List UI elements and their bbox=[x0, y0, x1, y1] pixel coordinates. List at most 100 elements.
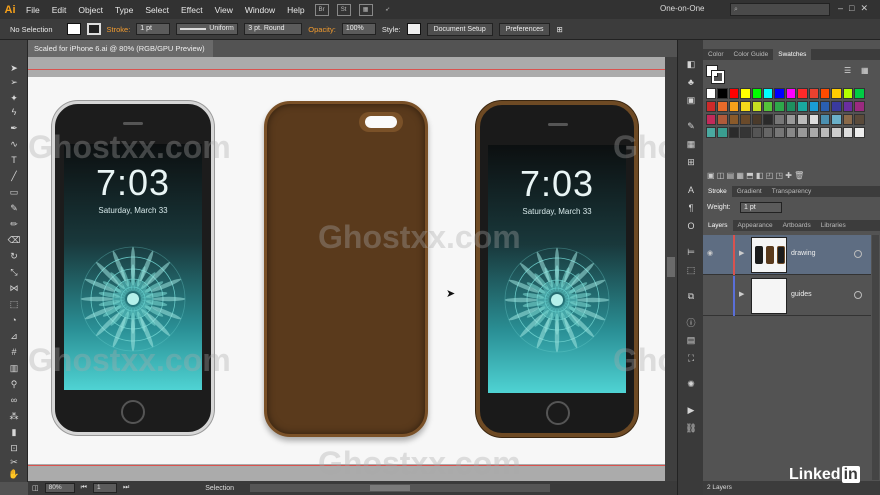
swatch[interactable] bbox=[740, 114, 751, 125]
free-transform-icon[interactable]: ⬚ bbox=[6, 298, 22, 310]
swatch[interactable] bbox=[854, 101, 865, 112]
eraser-icon[interactable]: ⌫ bbox=[6, 234, 22, 246]
swatch[interactable] bbox=[785, 101, 797, 112]
menu-file[interactable]: File bbox=[20, 5, 46, 15]
transform-panel-icon[interactable]: ⬚ bbox=[684, 264, 698, 276]
graphic-styles-icon[interactable]: ▦ bbox=[684, 138, 698, 150]
swatch[interactable] bbox=[706, 114, 717, 125]
gradient-tool-icon[interactable]: ▥ bbox=[6, 362, 22, 374]
paintbrush-icon[interactable]: ✎ bbox=[6, 202, 22, 214]
tab-color[interactable]: Color bbox=[703, 49, 729, 60]
type-tool-icon[interactable]: T bbox=[6, 154, 22, 166]
swatch[interactable] bbox=[763, 127, 774, 138]
style-swatch[interactable] bbox=[406, 23, 421, 35]
swatch[interactable] bbox=[717, 101, 728, 112]
fill-swatch[interactable] bbox=[66, 23, 81, 35]
hand-tool-icon[interactable]: ✋ bbox=[6, 468, 22, 480]
menu-effect[interactable]: Effect bbox=[175, 5, 209, 15]
opacity-label[interactable]: Opacity: bbox=[308, 25, 336, 34]
vertical-scrollbar[interactable] bbox=[665, 57, 677, 481]
color-panel-icon[interactable]: ◧ bbox=[684, 58, 698, 70]
swatch[interactable] bbox=[717, 88, 728, 99]
swatch[interactable] bbox=[842, 88, 854, 99]
minimize-button[interactable]: – bbox=[838, 3, 843, 14]
swatch[interactable] bbox=[763, 114, 774, 125]
swatch[interactable] bbox=[763, 88, 774, 99]
direct-selection-tool-icon[interactable]: ➢ bbox=[6, 76, 22, 88]
target-circle-icon[interactable] bbox=[854, 291, 862, 299]
swatch[interactable] bbox=[831, 101, 842, 112]
swatch[interactable] bbox=[820, 127, 831, 138]
swatch[interactable] bbox=[785, 88, 797, 99]
swatch[interactable] bbox=[808, 101, 819, 112]
swatch[interactable] bbox=[808, 114, 819, 125]
tab-transparency[interactable]: Transparency bbox=[767, 186, 817, 197]
menu-type[interactable]: Type bbox=[109, 5, 139, 15]
swatch[interactable] bbox=[820, 88, 831, 99]
stroke-weight-field[interactable]: 1 pt bbox=[136, 23, 171, 35]
swatch[interactable] bbox=[854, 114, 865, 125]
swatch[interactable] bbox=[751, 127, 762, 138]
symbols-panel-icon[interactable]: ♣ bbox=[684, 76, 698, 88]
tab-artboards[interactable]: Artboards bbox=[778, 220, 816, 231]
layer-row-drawing[interactable]: ◉ ▶ drawing bbox=[703, 235, 871, 275]
target-circle-icon[interactable] bbox=[854, 250, 862, 258]
swatch[interactable] bbox=[820, 101, 831, 112]
swatch[interactable] bbox=[797, 127, 808, 138]
close-button[interactable]: ✕ bbox=[860, 3, 868, 14]
swatch[interactable] bbox=[808, 127, 819, 138]
swatch[interactable] bbox=[740, 127, 751, 138]
visibility-eye-icon[interactable] bbox=[707, 290, 717, 300]
search-input[interactable]: ⌕ bbox=[730, 3, 830, 16]
rectangle-tool-icon[interactable]: ▭ bbox=[6, 186, 22, 198]
stroke-swatch[interactable] bbox=[86, 23, 101, 35]
swatch[interactable] bbox=[706, 127, 717, 138]
gpu-rocket-icon[interactable]: ➶ bbox=[381, 4, 395, 16]
swatch[interactable] bbox=[808, 88, 819, 99]
opentype-panel-icon[interactable]: O bbox=[684, 220, 698, 232]
home-button[interactable] bbox=[121, 400, 145, 424]
workspace-switcher[interactable]: One-on-One bbox=[660, 4, 704, 13]
menu-object[interactable]: Object bbox=[72, 5, 109, 15]
swatch[interactable] bbox=[706, 88, 717, 99]
document-info-icon[interactable]: ▤ bbox=[684, 334, 698, 346]
swatch[interactable] bbox=[820, 114, 831, 125]
fill-stroke-proxy[interactable] bbox=[706, 65, 725, 84]
swatch[interactable] bbox=[728, 88, 740, 99]
swatch[interactable] bbox=[740, 101, 751, 112]
swatch[interactable] bbox=[785, 127, 797, 138]
swatch[interactable] bbox=[842, 114, 854, 125]
view-mode-icon[interactable]: ◫ bbox=[32, 484, 39, 492]
scroll-thumb[interactable] bbox=[667, 257, 675, 277]
swatch[interactable] bbox=[751, 88, 762, 99]
stroke-profile-select[interactable]: Uniform bbox=[176, 23, 239, 35]
magic-wand-icon[interactable]: ✦ bbox=[6, 92, 22, 104]
hscroll-thumb[interactable] bbox=[370, 485, 411, 491]
shape-builder-icon[interactable]: ◔ bbox=[6, 314, 22, 326]
character-panel-icon[interactable]: A bbox=[684, 184, 698, 196]
brush-select[interactable]: 3 pt. Round bbox=[244, 23, 303, 35]
align-panel-icon[interactable]: ⊨ bbox=[684, 246, 698, 258]
artboard-number-field[interactable]: 1 bbox=[92, 483, 117, 493]
opacity-field[interactable]: 100% bbox=[341, 23, 376, 35]
visibility-eye-icon[interactable]: ◉ bbox=[707, 249, 717, 259]
stock-icon[interactable]: St bbox=[336, 3, 351, 16]
brushes-panel-icon[interactable]: ✎ bbox=[684, 120, 698, 132]
horizontal-scrollbar[interactable] bbox=[250, 484, 551, 492]
maximize-button[interactable]: □ bbox=[849, 3, 854, 14]
swatch[interactable] bbox=[717, 114, 728, 125]
stroke-label[interactable]: Stroke: bbox=[107, 25, 131, 34]
first-artboard-icon[interactable]: ⏮ bbox=[81, 484, 87, 492]
mesh-tool-icon[interactable]: # bbox=[6, 346, 22, 358]
blend-tool-icon[interactable]: ∞ bbox=[6, 394, 22, 406]
swatch[interactable] bbox=[751, 114, 762, 125]
perspective-grid-icon[interactable]: ⊿ bbox=[6, 330, 22, 342]
column-graph-icon[interactable]: ▮ bbox=[6, 426, 22, 438]
swatch[interactable] bbox=[797, 88, 808, 99]
slice-tool-icon[interactable]: ✂ bbox=[6, 456, 22, 468]
bridge-icon[interactable]: Br bbox=[314, 3, 329, 16]
width-tool-icon[interactable]: ⋈ bbox=[6, 282, 22, 294]
tab-libraries[interactable]: Libraries bbox=[816, 220, 851, 231]
home-button[interactable] bbox=[546, 401, 570, 425]
leather-case-back[interactable] bbox=[264, 101, 428, 437]
